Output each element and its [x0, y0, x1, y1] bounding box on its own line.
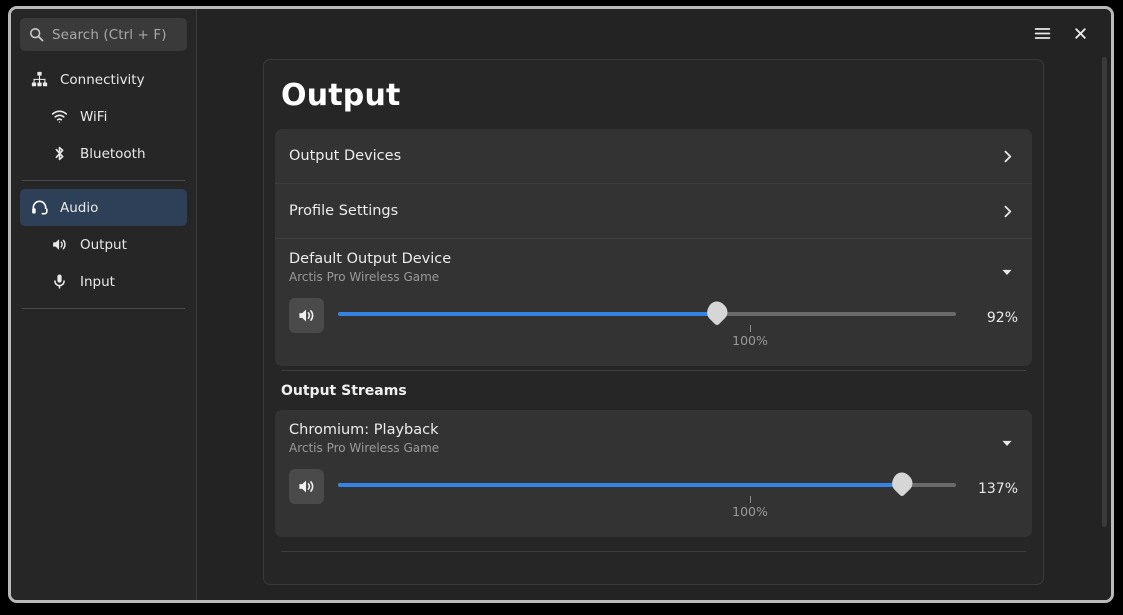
chevron-right-icon — [996, 204, 1018, 219]
bluetooth-icon — [50, 145, 69, 162]
speaker-icon — [50, 236, 69, 253]
row-profile-settings[interactable]: Profile Settings — [275, 184, 1032, 239]
volume-percent: 137% — [977, 481, 1018, 497]
sidebar-item-connectivity[interactable]: Connectivity — [20, 61, 187, 98]
sidebar-item-label: Connectivity — [60, 71, 145, 88]
sidebar-item-label: Output — [80, 236, 127, 253]
sidebar: Search (Ctrl + F) Connectivity WiFi Blue… — [11, 9, 197, 600]
close-icon[interactable] — [1063, 16, 1097, 50]
slider-track — [338, 312, 956, 316]
slider-tick-label: 100% — [732, 333, 768, 348]
sidebar-item-label: Bluetooth — [80, 145, 146, 162]
scroll-area: Output Output Devices Profile Settings D… — [197, 9, 1111, 600]
sidebar-item-label: Audio — [60, 199, 99, 216]
microphone-icon — [50, 273, 69, 290]
stream-row[interactable]: Chromium: Playback Arctis Pro Wireless G… — [275, 410, 1032, 455]
speaker-icon[interactable] — [289, 298, 324, 333]
sidebar-item-bluetooth[interactable]: Bluetooth — [20, 135, 187, 172]
headset-icon — [30, 199, 49, 216]
wifi-icon — [50, 108, 69, 125]
output-panel: Output Output Devices Profile Settings D… — [263, 59, 1044, 585]
app-window: Search (Ctrl + F) Connectivity WiFi Blue… — [8, 6, 1114, 603]
sidebar-item-input[interactable]: Input — [20, 263, 187, 300]
search-icon — [29, 27, 44, 42]
output-settings-card: Output Devices Profile Settings Default … — [275, 129, 1032, 366]
device-label: Default Output Device — [289, 251, 452, 267]
vertical-scrollbar[interactable] — [1102, 57, 1107, 527]
search-placeholder: Search (Ctrl + F) — [52, 26, 167, 43]
row-output-devices[interactable]: Output Devices — [275, 129, 1032, 184]
search-input[interactable]: Search (Ctrl + F) — [20, 18, 187, 51]
stream-volume-row: 100% 137% — [275, 455, 1032, 537]
row-label: Output Devices — [289, 148, 402, 164]
default-device-volume-row: 100% 92% — [275, 284, 1032, 366]
sidebar-item-label: Input — [80, 273, 115, 290]
network-icon — [30, 71, 49, 88]
sidebar-item-wifi[interactable]: WiFi — [20, 98, 187, 135]
slider-handle[interactable] — [888, 468, 917, 498]
page-title: Output — [281, 78, 401, 113]
speaker-icon[interactable] — [289, 469, 324, 504]
stream-card: Chromium: Playback Arctis Pro Wireless G… — [275, 410, 1032, 537]
sidebar-item-label: WiFi — [80, 108, 108, 125]
slider-handle[interactable] — [702, 297, 732, 327]
slider-fill — [338, 483, 903, 487]
titlebar — [1025, 9, 1111, 57]
sidebar-item-output[interactable]: Output — [20, 226, 187, 263]
slider-tick — [749, 325, 751, 332]
volume-slider[interactable]: 100% — [338, 468, 956, 527]
main-content: Output Output Devices Profile Settings D… — [197, 9, 1111, 600]
stream-sublabel: Arctis Pro Wireless Game — [289, 441, 440, 455]
slider-tick — [749, 496, 751, 503]
volume-slider[interactable]: 100% — [338, 297, 956, 356]
row-label: Profile Settings — [289, 203, 399, 219]
chevron-right-icon — [996, 149, 1018, 164]
chevron-down-icon[interactable] — [996, 422, 1018, 450]
hamburger-menu-icon[interactable] — [1025, 16, 1059, 50]
device-sublabel: Arctis Pro Wireless Game — [289, 270, 440, 284]
volume-percent: 92% — [986, 310, 1018, 326]
sidebar-divider — [22, 180, 185, 181]
default-output-device-row[interactable]: Default Output Device Arctis Pro Wireles… — [275, 239, 1032, 284]
slider-tick-label: 100% — [732, 504, 768, 519]
sidebar-divider-bottom — [22, 308, 185, 309]
output-streams-heading: Output Streams — [281, 383, 407, 399]
slider-fill — [338, 312, 718, 316]
slider-track — [338, 483, 956, 487]
sidebar-item-audio[interactable]: Audio — [20, 189, 187, 226]
chevron-down-icon[interactable] — [996, 251, 1018, 279]
stream-label: Chromium: Playback — [289, 422, 439, 438]
